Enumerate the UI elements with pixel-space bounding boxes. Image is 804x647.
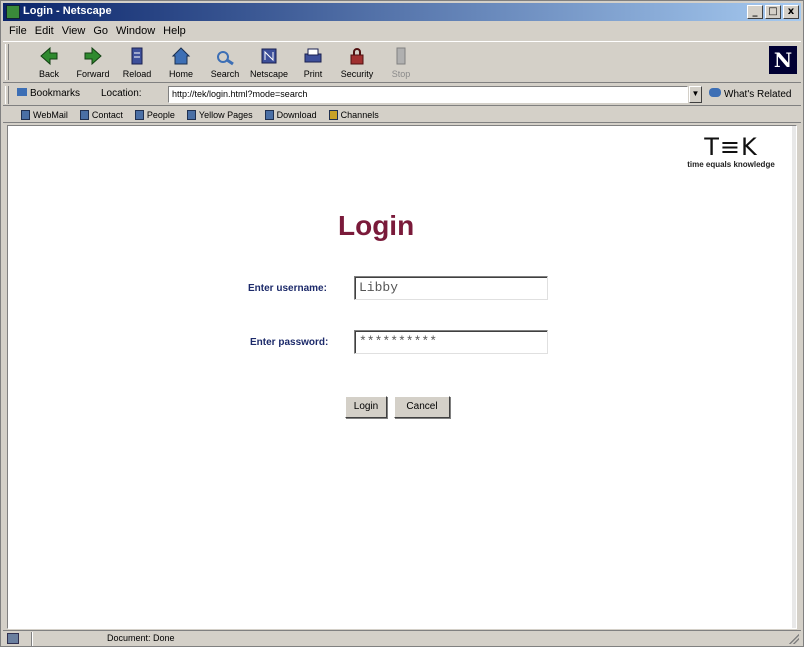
stop-icon [396, 47, 406, 65]
status-text: Document: Done [107, 633, 175, 643]
menu-bar: File Edit View Go Window Help [3, 22, 801, 39]
bookmark-page-icon [21, 109, 30, 120]
personal-webmail[interactable]: WebMail [21, 109, 68, 120]
netscape-app-icon [6, 5, 20, 19]
forward-button[interactable]: Forward [73, 44, 113, 80]
personal-channels[interactable]: Channels [328, 109, 379, 120]
netscape-logo[interactable]: N [769, 46, 797, 74]
tek-logo-tagline: time equals knowledge [687, 160, 775, 169]
login-button[interactable]: Login [345, 396, 387, 418]
personal-item-label: Yellow Pages [198, 109, 253, 120]
home-button[interactable]: Home [161, 44, 201, 80]
back-arrow-icon [40, 46, 58, 66]
personal-item-label: Channels [340, 109, 379, 120]
whats-related-button[interactable]: What's Related [709, 88, 792, 100]
status-bar: Document: Done [3, 630, 801, 646]
search-icon [217, 51, 234, 66]
print-button[interactable]: Print [293, 44, 333, 80]
cancel-button[interactable]: Cancel [394, 396, 450, 418]
browser-window: Login - Netscape _ □ x File Edit View Go… [0, 0, 804, 647]
reload-icon [131, 47, 143, 65]
password-label: Enter password: [250, 337, 329, 348]
forward-label: Forward [76, 69, 110, 79]
personal-item-label: People [146, 109, 175, 120]
home-label: Home [168, 69, 193, 79]
personal-item-label: Download [276, 109, 317, 120]
menu-go[interactable]: Go [93, 25, 108, 37]
reload-label: Reload [122, 69, 152, 79]
personal-toolbar: WebMail Contact People Yellow Pages Down… [3, 107, 801, 123]
print-icon [304, 48, 322, 63]
toolbar-grip[interactable] [5, 44, 9, 80]
close-button[interactable]: x [783, 5, 799, 19]
search-button[interactable]: Search [205, 44, 245, 80]
page-title: Login [338, 210, 415, 241]
window-title: Login - Netscape [23, 5, 112, 17]
home-icon [171, 47, 191, 65]
personal-download[interactable]: Download [264, 109, 317, 120]
menu-window[interactable]: Window [116, 25, 155, 37]
search-label: Search [210, 69, 240, 79]
tek-logo-mark: T≡K [704, 133, 758, 161]
menu-view[interactable]: View [62, 25, 86, 37]
password-field[interactable]: ********** [354, 330, 548, 354]
personal-item-label: WebMail [33, 109, 68, 120]
security-label: Security [340, 69, 374, 79]
back-label: Back [38, 69, 59, 79]
print-label: Print [303, 69, 323, 79]
menu-edit[interactable]: Edit [35, 25, 54, 37]
netscape-label: Netscape [249, 69, 289, 79]
stop-label: Stop [391, 69, 411, 79]
menu-file[interactable]: File [9, 25, 27, 37]
chevron-down-icon: ▼ [691, 89, 700, 98]
personal-yellow-pages[interactable]: Yellow Pages [186, 109, 253, 120]
location-label: Location: [101, 88, 142, 99]
security-button[interactable]: Security [337, 44, 377, 80]
personal-contact[interactable]: Contact [79, 109, 123, 120]
whats-related-label: What's Related [724, 89, 792, 100]
minimize-button[interactable]: _ [747, 5, 763, 19]
maximize-button[interactable]: □ [765, 5, 781, 19]
lock-icon [350, 48, 364, 65]
channels-icon [328, 109, 338, 120]
netscape-icon [261, 48, 277, 64]
bookmark-page-icon [134, 109, 144, 120]
menu-help[interactable]: Help [163, 25, 186, 37]
url-field[interactable]: http://tek/login.html?mode=search [168, 86, 688, 103]
navigation-toolbar: Back Forward Reload Home Search Netscape… [3, 41, 801, 83]
personal-people[interactable]: People [134, 109, 175, 120]
bookmarks-label: Bookmarks [30, 88, 81, 99]
username-field[interactable]: Libby [354, 276, 548, 300]
username-label: Enter username: [248, 283, 327, 294]
page-content: T≡K time equals knowledge Login Enter us… [7, 125, 797, 629]
resize-grip[interactable] [789, 634, 799, 644]
bookmark-page-icon [264, 109, 274, 120]
reload-button[interactable]: Reload [117, 44, 157, 80]
title-bar[interactable]: Login - Netscape _ □ x [3, 3, 801, 21]
url-dropdown-button[interactable]: ▼ [689, 86, 702, 103]
tek-logo: T≡K time equals knowledge [676, 134, 786, 169]
personal-item-label: Contact [91, 109, 123, 120]
stop-button[interactable]: Stop [381, 44, 421, 80]
content-edge [792, 126, 796, 628]
bookmark-page-icon [186, 109, 196, 120]
location-toolbar: Bookmarks Location: http://tek/login.htm… [3, 84, 801, 106]
bookmark-page-icon [79, 109, 89, 120]
location-grip[interactable] [5, 86, 9, 104]
related-icon [709, 88, 721, 97]
back-button[interactable]: Back [29, 44, 69, 80]
netscape-button[interactable]: Netscape [249, 44, 289, 80]
forward-arrow-icon [84, 46, 102, 66]
bookmarks-button[interactable]: Bookmarks [17, 88, 80, 99]
status-divider [31, 632, 33, 646]
bookmark-icon [17, 88, 27, 96]
connection-status-icon [7, 633, 19, 644]
window-controls: _ □ x [747, 5, 799, 19]
